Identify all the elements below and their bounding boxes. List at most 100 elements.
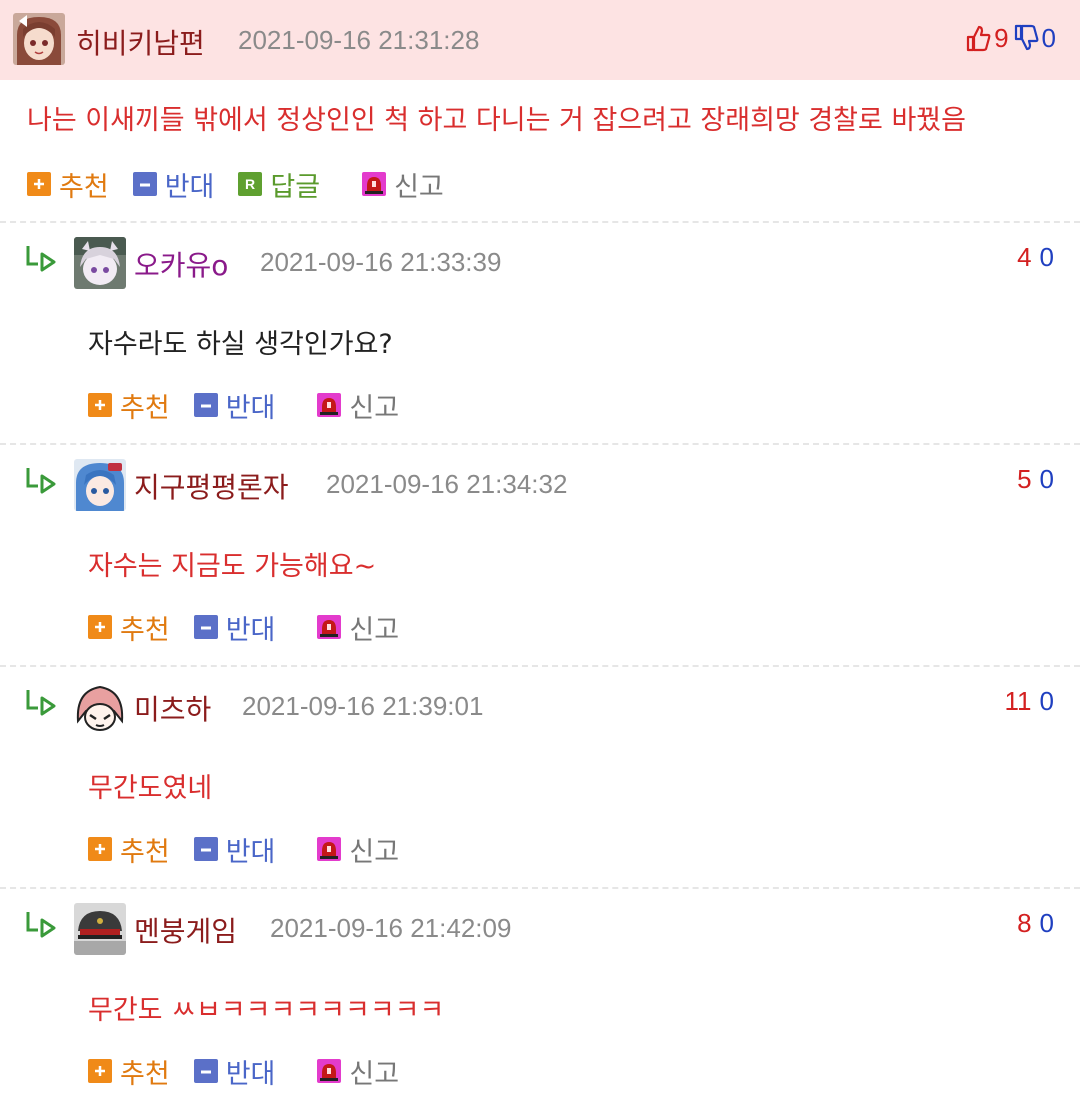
oppose-label: 반대 [225, 392, 276, 424]
vote-count: 50 [1017, 464, 1054, 495]
oppose-label: 반대 [225, 836, 276, 868]
plus-icon [88, 393, 112, 417]
minus-icon [193, 1059, 218, 1083]
comment-timestamp: 2021-09-16 21:34:32 [326, 469, 568, 499]
author-nickname[interactable]: 지구평평론자 [134, 466, 289, 506]
thumbs-down-icon [1013, 24, 1039, 52]
recommend-label: 추천 [120, 1058, 170, 1090]
reply-item: 미츠하 2021-09-16 21:39:01 11 0 무간도였네 추천 반대 … [0, 666, 1080, 888]
siren-icon [317, 1059, 342, 1083]
author-nickname[interactable]: 미츠하 [134, 688, 211, 728]
comment-body: 무간도였네 [88, 773, 213, 804]
author-nickname[interactable]: 멘붕게임 [134, 910, 237, 950]
siren-icon [362, 172, 387, 196]
recommend-label: 추천 [120, 392, 170, 424]
reply-arrow-icon [24, 242, 60, 274]
recommend-button[interactable]: 추천 [88, 832, 170, 868]
siren-icon [317, 615, 342, 639]
vote-count: 40 [1017, 242, 1054, 273]
recommend-button[interactable]: 추천 [88, 610, 170, 646]
siren-icon [317, 837, 342, 861]
recommend-button[interactable]: 추천 [88, 388, 170, 424]
comment-timestamp: 2021-09-16 21:33:39 [260, 247, 502, 277]
reply-button[interactable]: R 답글 [238, 167, 321, 203]
minus-icon [193, 615, 218, 639]
plus-icon [88, 615, 112, 639]
plus-icon [88, 1059, 112, 1083]
oppose-label: 반대 [225, 614, 276, 646]
comment-timestamp: 2021-09-16 21:31:28 [238, 25, 480, 55]
minus-icon [193, 393, 218, 417]
comment-body: 나는 이새끼들 밖에서 정상인인 척 하고 다니는 거 잡으려고 장래희망 경찰… [27, 105, 966, 136]
recommend-label: 추천 [120, 614, 170, 646]
reply-arrow-icon [24, 908, 60, 940]
downvote-count: 0 [1039, 242, 1054, 272]
downvote-count: 0 [1039, 908, 1054, 938]
comment-body: 무간도 ㅆㅂㅋㅋㅋㅋㅋㅋㅋㅋㅋ [88, 995, 445, 1026]
report-button[interactable]: 신고 [362, 167, 444, 203]
downvote-count: 0 [1039, 686, 1054, 716]
reply-item: 멘붕게임 2021-09-16 21:42:09 80 무간도 ㅆㅂㅋㅋㅋㅋㅋㅋ… [0, 888, 1080, 1103]
report-label: 신고 [349, 392, 400, 424]
minus-icon [193, 837, 218, 861]
oppose-button[interactable]: 반대 [132, 167, 215, 203]
author-nickname[interactable]: 오카유o [134, 244, 228, 284]
author-nickname[interactable]: 히비키남편 [76, 22, 205, 62]
avatar[interactable] [74, 459, 126, 511]
comment-actions: 추천 반대 신고 [88, 388, 423, 424]
reply-arrow-icon [24, 686, 60, 718]
recommend-button[interactable]: 추천 [88, 1054, 170, 1090]
oppose-button[interactable]: 반대 [193, 832, 276, 868]
siren-icon [317, 393, 342, 417]
report-label: 신고 [349, 836, 400, 868]
recommend-button[interactable]: 추천 [27, 167, 109, 203]
plus-icon [27, 172, 51, 196]
upvote-count: 11 [1004, 686, 1032, 716]
avatar[interactable] [74, 903, 126, 955]
oppose-label: 반대 [225, 1058, 276, 1090]
comment-body: 자수는 지금도 가능해요~ [88, 551, 377, 582]
recommend-label: 추천 [120, 836, 170, 868]
minus-icon [132, 172, 157, 196]
comment-actions: 추천 반대 R 답글 신고 [27, 167, 468, 203]
thumbs-up-icon [965, 24, 991, 52]
oppose-button[interactable]: 반대 [193, 388, 276, 424]
report-button[interactable]: 신고 [317, 1054, 400, 1090]
upvote-count: 5 [1017, 464, 1032, 494]
comment-actions: 추천 반대 신고 [88, 1054, 423, 1090]
downvote-count: 0 [1039, 464, 1054, 494]
upvote-count: 9 [994, 22, 1009, 53]
comment-actions: 추천 반대 신고 [88, 832, 423, 868]
avatar[interactable] [74, 681, 126, 733]
main-comment-header: 히비키남편 2021-09-16 21:31:28 9 0 [0, 0, 1080, 80]
report-button[interactable]: 신고 [317, 388, 400, 424]
vote-count: 80 [1017, 908, 1054, 939]
report-label: 신고 [349, 1058, 400, 1090]
report-button[interactable]: 신고 [317, 610, 400, 646]
downvote-count: 0 [1041, 22, 1056, 53]
report-label: 신고 [394, 171, 444, 203]
r-icon: R [238, 172, 263, 196]
oppose-label: 반대 [164, 171, 215, 203]
oppose-button[interactable]: 반대 [193, 610, 276, 646]
avatar[interactable] [13, 13, 65, 65]
oppose-button[interactable]: 반대 [193, 1054, 276, 1090]
report-label: 신고 [349, 614, 400, 646]
recommend-label: 추천 [59, 171, 109, 203]
comment-timestamp: 2021-09-16 21:42:09 [270, 913, 512, 943]
plus-icon [88, 837, 112, 861]
reply-item: 지구평평론자 2021-09-16 21:34:32 50 자수는 지금도 가능… [0, 444, 1080, 666]
upvote-count: 4 [1017, 242, 1032, 272]
reply-item: 오카유o 2021-09-16 21:33:39 40 자수라도 하실 생각인가… [0, 222, 1080, 444]
comment-timestamp: 2021-09-16 21:39:01 [242, 691, 484, 721]
reply-label: 답글 [270, 171, 321, 203]
comment-body: 자수라도 하실 생각인가요? [88, 329, 393, 360]
comment-actions: 추천 반대 신고 [88, 610, 423, 646]
vote-count: 11 0 [1005, 686, 1054, 717]
vote-count: 9 0 [965, 20, 1056, 56]
report-button[interactable]: 신고 [317, 832, 400, 868]
upvote-count: 8 [1017, 908, 1032, 938]
reply-arrow-icon [24, 464, 60, 496]
svg-text:R: R [245, 176, 255, 192]
avatar[interactable] [74, 237, 126, 289]
